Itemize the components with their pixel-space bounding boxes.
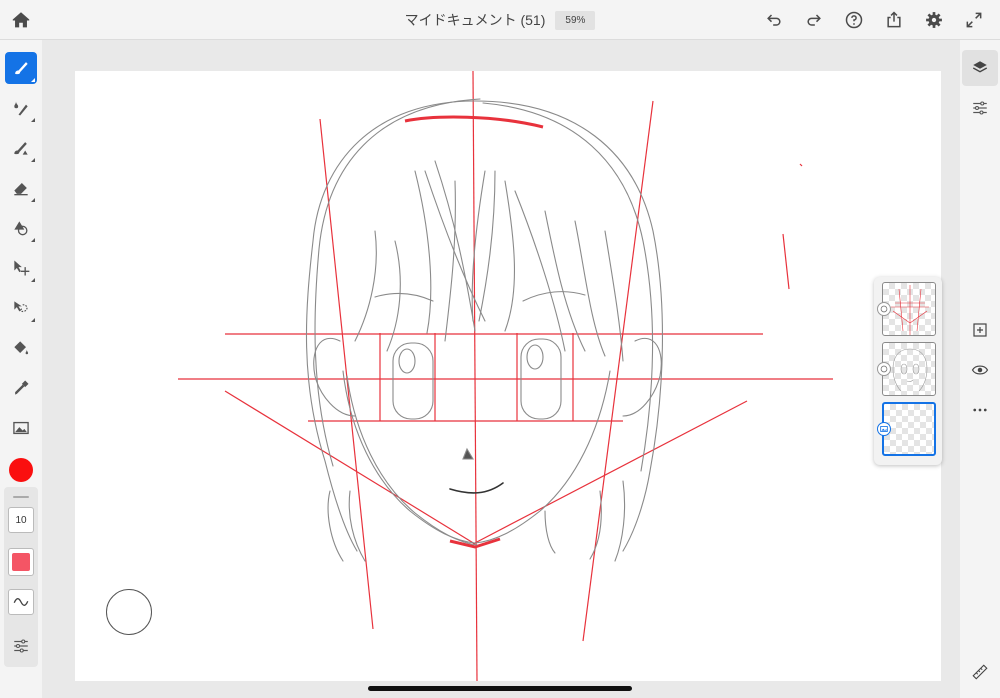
lasso-select-icon [14, 301, 28, 313]
visibility-icon[interactable] [962, 352, 998, 388]
paint-brush-icon [15, 62, 28, 75]
ruler-icon[interactable] [962, 654, 998, 690]
brush-opacity-swatch[interactable] [8, 548, 34, 576]
image-tool[interactable] [5, 412, 37, 444]
home-indicator[interactable] [368, 686, 632, 691]
vector-brush-tool[interactable] [5, 132, 37, 164]
document-title[interactable]: マイドキュメント (51) [405, 10, 546, 30]
zoom-level[interactable]: 59% [555, 10, 596, 30]
shape-tool[interactable] [5, 212, 37, 244]
layer-blend-icon[interactable] [877, 302, 891, 316]
drawing-canvas[interactable] [75, 71, 941, 681]
transform-tool[interactable] [5, 252, 37, 284]
top-bar: マイドキュメント (51) 59% [0, 0, 1000, 40]
image-icon [13, 421, 29, 435]
paint-bucket-icon [14, 341, 29, 355]
pixel-brush-icon [14, 101, 28, 116]
sliders-icon [14, 639, 28, 653]
color-swatch[interactable] [9, 458, 33, 482]
guide-lines [178, 71, 833, 681]
brush-settings-button[interactable] [5, 630, 37, 662]
brush-cursor [106, 589, 152, 635]
shape-icon [14, 221, 28, 236]
pencil-sketch [305, 98, 663, 562]
transform-icon [14, 260, 30, 276]
eraser-tool[interactable] [5, 172, 37, 204]
help-icon[interactable] [834, 0, 874, 40]
layer-blend-icon[interactable] [877, 362, 891, 376]
redo-icon[interactable] [794, 0, 834, 40]
settings-icon[interactable] [914, 0, 954, 40]
pixel-brush-tool[interactable] [5, 92, 37, 124]
more-icon[interactable] [962, 392, 998, 428]
smoothing-button[interactable] [8, 589, 34, 615]
layer-image-icon[interactable] [877, 422, 891, 436]
eyedropper-icon [15, 380, 29, 395]
eyedropper-tool[interactable] [5, 372, 37, 404]
layer-properties-icon[interactable] [962, 90, 998, 126]
eraser-icon [14, 183, 28, 196]
layers-panel [874, 277, 942, 465]
paint-brush-tool[interactable] [5, 52, 37, 84]
tool-bar: 10 [0, 40, 42, 698]
right-rail [960, 40, 1000, 698]
brush-size-field[interactable]: 10 [8, 507, 34, 533]
fullscreen-icon[interactable] [954, 0, 994, 40]
undo-icon[interactable] [754, 0, 794, 40]
selection-tool[interactable] [5, 292, 37, 324]
panel-grip[interactable] [13, 496, 29, 498]
share-icon[interactable] [874, 0, 914, 40]
fill-tool[interactable] [5, 332, 37, 364]
canvas-artwork [178, 71, 833, 681]
wave-icon [13, 598, 29, 606]
add-layer-icon[interactable] [962, 312, 998, 348]
vector-brush-icon [14, 142, 28, 155]
layers-icon[interactable] [962, 50, 998, 86]
